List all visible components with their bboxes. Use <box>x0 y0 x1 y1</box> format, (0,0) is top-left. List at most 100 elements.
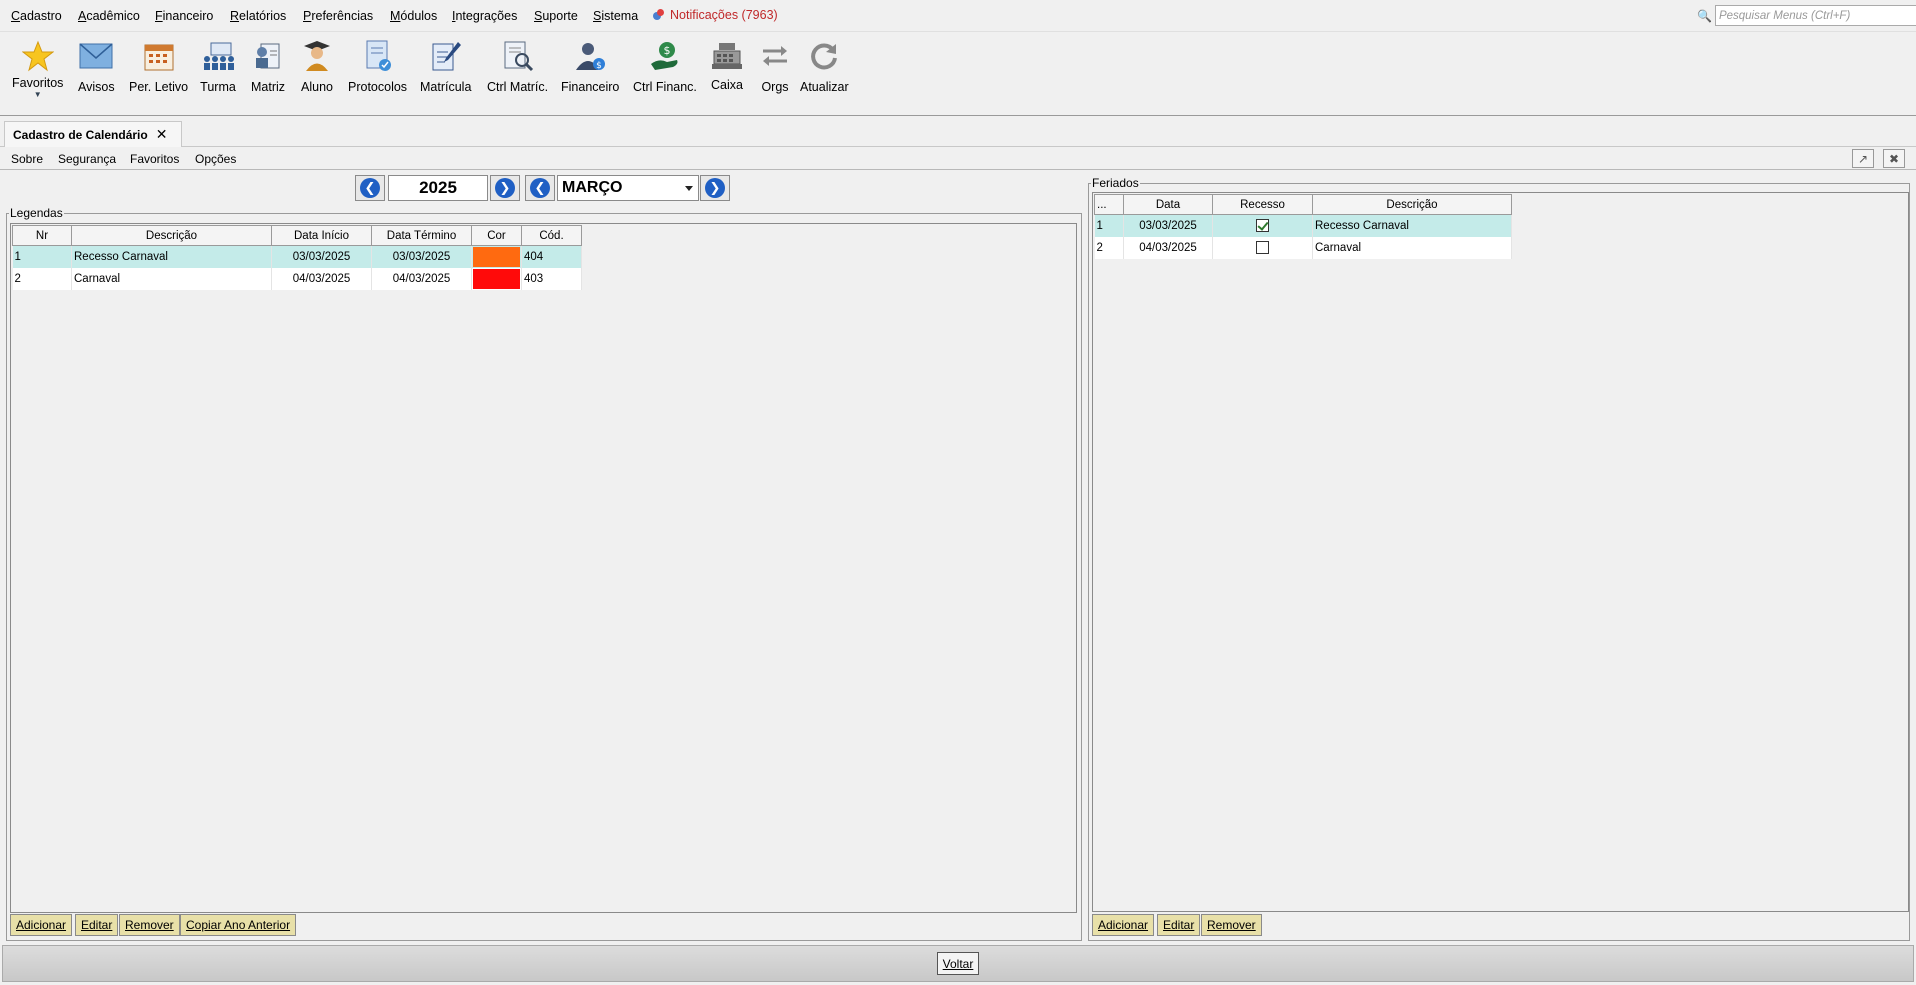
cell-nr: 2 <box>1094 236 1124 259</box>
cell-nr: 1 <box>1094 214 1124 237</box>
menu-suporte[interactable]: Suporte <box>534 9 578 23</box>
col-index[interactable]: ... <box>1094 194 1124 215</box>
close-icon[interactable]: ✕ <box>156 126 168 143</box>
per-letivo-button[interactable]: Per. Letivo <box>129 38 188 94</box>
table-row[interactable]: 2 04/03/2025 Carnaval <box>1094 236 1512 259</box>
caixa-button[interactable]: Caixa <box>709 38 745 92</box>
menu-modulos[interactable]: Módulos <box>390 9 437 23</box>
prev-month-button[interactable]: ❮ <box>525 175 555 201</box>
submenu-seguranca[interactable]: Segurança <box>58 152 116 166</box>
col-data[interactable]: Data <box>1123 194 1213 215</box>
matriz-label: Matriz <box>250 80 286 94</box>
detach-window-icon[interactable]: ↗ <box>1852 149 1874 168</box>
cell-cod: 403 <box>521 268 582 290</box>
year-field[interactable]: 2025 <box>388 175 488 201</box>
voltar-button[interactable]: Voltar <box>937 952 979 975</box>
menu-cadastro[interactable]: Cadastro <box>11 9 62 23</box>
col-descricao[interactable]: Descrição <box>1312 194 1512 215</box>
submenu-sobre[interactable]: Sobre <box>11 152 43 166</box>
turma-label: Turma <box>200 80 236 94</box>
avisos-button[interactable]: Avisos <box>78 38 115 94</box>
chevron-right-icon: ❯ <box>495 178 515 198</box>
recesso-checkbox[interactable] <box>1256 241 1269 254</box>
recesso-checkbox[interactable] <box>1256 219 1269 233</box>
color-swatch <box>473 247 520 267</box>
col-data-termino[interactable]: Data Término <box>371 225 472 246</box>
legendas-remover-button[interactable]: Remover <box>119 914 180 936</box>
cell-termino: 03/03/2025 <box>371 245 472 268</box>
search-menus-input[interactable] <box>1714 5 1916 26</box>
ctrl-matric-button[interactable]: Ctrl Matríc. <box>487 38 548 94</box>
next-month-button[interactable]: ❯ <box>700 175 730 201</box>
table-row[interactable]: 2 Carnaval 04/03/2025 04/03/2025 403 <box>12 268 582 290</box>
feriados-group: Feriados ... Data Recesso Descrição 1 03… <box>1088 176 1910 941</box>
favoritos-button[interactable]: Favoritos ▼ <box>12 38 63 99</box>
atualizar-button[interactable]: Atualizar <box>800 38 849 94</box>
matriz-button[interactable]: Matriz <box>250 38 286 94</box>
chevron-left-icon: ❮ <box>530 178 550 198</box>
button-label: Adicionar <box>16 918 67 932</box>
legendas-adicionar-button[interactable]: Adicionar <box>10 914 73 936</box>
month-select[interactable]: MARÇO <box>557 175 699 201</box>
notification-icon <box>653 9 665 21</box>
ctrl-financ-button[interactable]: $ Ctrl Financ. <box>633 38 697 94</box>
feriados-grid: ... Data Recesso Descrição 1 03/03/2025 … <box>1092 192 1909 912</box>
matricula-button[interactable]: Matrícula <box>420 38 471 94</box>
financeiro-button[interactable]: $ Financeiro <box>561 38 619 94</box>
close-window-icon[interactable]: ✖ <box>1883 149 1905 168</box>
submenu-favoritos[interactable]: Favoritos <box>130 152 179 166</box>
money-hand-icon: $ <box>647 38 683 74</box>
table-row[interactable]: 1 Recesso Carnaval 03/03/2025 03/03/2025… <box>12 245 582 268</box>
legendas-title: Legendas <box>9 206 64 220</box>
legendas-group: Legendas Nr Descrição Data Início Data T… <box>6 206 1082 941</box>
cell-termino: 04/03/2025 <box>371 268 472 290</box>
copiar-ano-anterior-button[interactable]: Copiar Ano Anterior <box>180 914 297 936</box>
financeiro-label: Financeiro <box>561 80 620 94</box>
menu-sistema[interactable]: Sistema <box>593 9 638 23</box>
menu-preferencias[interactable]: Preferências <box>303 9 373 23</box>
legendas-editar-button[interactable]: Editar <box>75 914 119 936</box>
menu-academico[interactable]: Acadêmico <box>78 9 140 23</box>
col-cod[interactable]: Cód. <box>521 225 582 246</box>
toolbar: Favoritos ▼ Avisos Per. Letivo Turma Mat… <box>0 32 1916 116</box>
protocolos-button[interactable]: Protocolos <box>348 38 407 94</box>
prev-year-button[interactable]: ❮ <box>355 175 385 201</box>
menu-financeiro[interactable]: Financeiro <box>155 9 213 23</box>
button-label: Editar <box>1163 918 1195 932</box>
col-recesso[interactable]: Recesso <box>1212 194 1313 215</box>
legendas-table: Nr Descrição Data Início Data Término Co… <box>12 225 582 290</box>
chevron-right-icon: ❯ <box>705 178 725 198</box>
tab-cadastro-calendario[interactable]: Cadastro de Calendário ✕ <box>4 121 183 147</box>
orgs-button[interactable]: Orgs <box>757 38 793 94</box>
protocolos-label: Protocolos <box>348 80 408 94</box>
student-icon <box>299 38 335 74</box>
feriados-adicionar-button[interactable]: Adicionar <box>1092 914 1155 936</box>
aluno-button[interactable]: Aluno <box>299 38 335 94</box>
button-label: Remover <box>125 918 174 932</box>
menu-relatorios[interactable]: Relatórios <box>230 9 286 23</box>
submenu-opcoes[interactable]: Opções <box>195 152 236 166</box>
cell-descricao: Carnaval <box>71 268 272 290</box>
search-icon: 🔍 <box>1697 8 1712 23</box>
cell-recesso <box>1212 214 1313 237</box>
turma-button[interactable]: Turma <box>200 38 236 94</box>
col-nr[interactable]: Nr <box>12 225 72 246</box>
envelope-icon <box>78 38 114 74</box>
class-group-icon <box>200 38 236 74</box>
feriados-remover-button[interactable]: Remover <box>1201 914 1262 936</box>
cell-descricao: Recesso Carnaval <box>1312 214 1512 237</box>
month-value: MARÇO <box>562 179 623 196</box>
menu-integracoes[interactable]: Integrações <box>452 9 517 23</box>
notifications-link[interactable]: Notificações (7963) <box>653 8 778 22</box>
col-cor[interactable]: Cor <box>471 225 522 246</box>
table-row[interactable]: 1 03/03/2025 Recesso Carnaval <box>1094 214 1512 237</box>
ctrl-matric-label: Ctrl Matríc. <box>487 80 549 94</box>
next-year-button[interactable]: ❯ <box>490 175 520 201</box>
button-label: Adicionar <box>1098 918 1149 932</box>
button-label: Editar <box>81 918 113 932</box>
form-submenu: Sobre Segurança Favoritos Opções <box>0 148 1916 170</box>
col-descricao[interactable]: Descrição <box>71 225 272 246</box>
col-data-inicio[interactable]: Data Início <box>271 225 372 246</box>
calendar-icon <box>141 38 177 74</box>
feriados-editar-button[interactable]: Editar <box>1157 914 1201 936</box>
